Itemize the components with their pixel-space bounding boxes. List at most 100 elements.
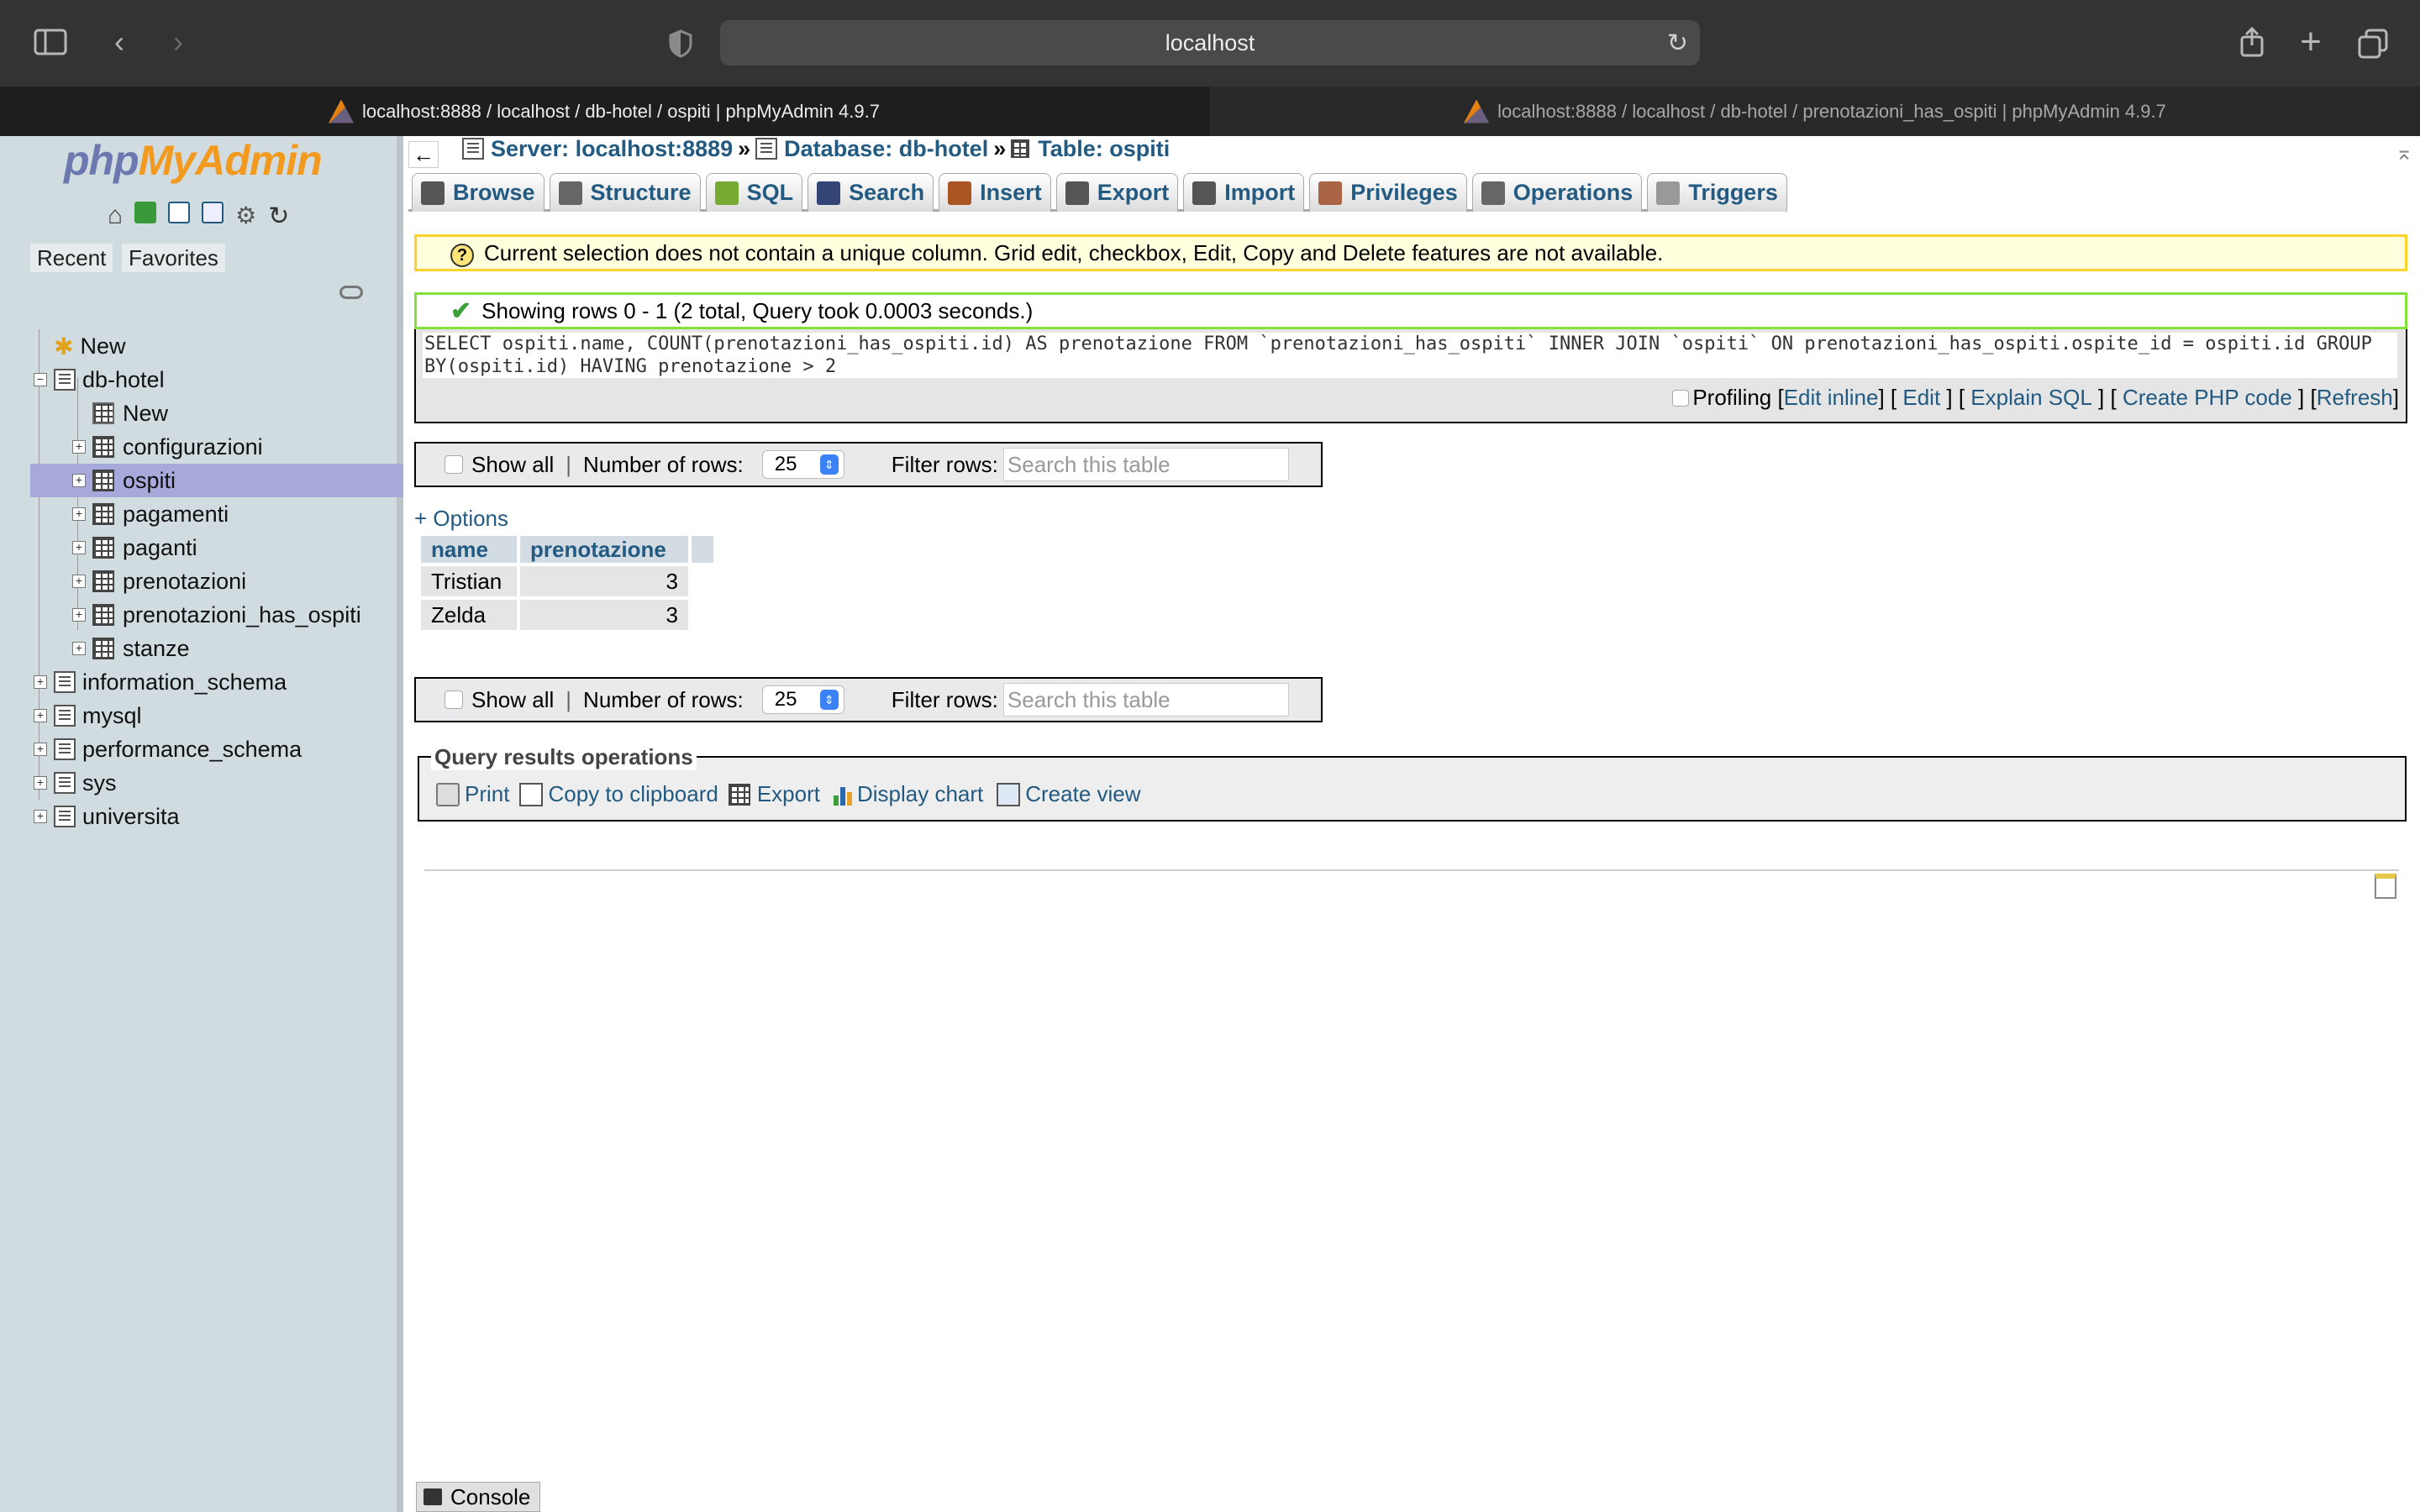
notice-message: ? Current selection does not contain a u… (414, 234, 2407, 271)
create-view-link[interactable]: Create view (1025, 781, 1140, 807)
num-rows-value: 25 (774, 688, 797, 711)
expand-icon[interactable]: + (34, 743, 47, 756)
show-all-checkbox[interactable] (445, 690, 463, 709)
sql-query-text[interactable]: SELECT ospiti.name, COUNT(prenotazioni_h… (423, 333, 2397, 378)
copy-to-clipboard-link[interactable]: Copy to clipboard (548, 781, 718, 807)
tree-item-pagamenti[interactable]: + pagamenti (30, 497, 403, 531)
tree-item-prenotazioni[interactable]: + prenotazioni (30, 564, 403, 598)
privacy-shield-icon[interactable] (664, 27, 697, 60)
forward-icon[interactable]: › (161, 24, 195, 60)
column-header-name[interactable]: name (421, 536, 517, 563)
edit-link[interactable]: Edit (1902, 385, 1940, 411)
link-with-main-icon[interactable] (339, 286, 363, 299)
settings-icon[interactable]: ⚙ (235, 202, 256, 231)
reload-navigation-icon[interactable]: ↻ (268, 202, 289, 231)
print-link[interactable]: Print (465, 781, 509, 807)
bookmark-icon[interactable] (2375, 874, 2396, 899)
tab-sql[interactable]: SQL (705, 173, 803, 212)
table-icon (92, 570, 114, 592)
filter-placeholder: Search this table (1007, 686, 1171, 712)
collapse-icon[interactable]: − (34, 373, 47, 386)
tab-privileges[interactable]: Privileges (1309, 173, 1467, 212)
tab-triggers[interactable]: Triggers (1647, 173, 1787, 212)
home-icon[interactable]: ⌂ (108, 202, 123, 231)
favorites-tab[interactable]: Favorites (122, 244, 225, 272)
qro-legend: Query results operations (431, 744, 697, 770)
tree-item-new[interactable]: New (30, 396, 403, 430)
browser-tab-inactive[interactable]: localhost:8888 / localhost / db-hotel / … (1210, 87, 2420, 136)
refresh-link[interactable]: Refresh (2317, 385, 2393, 411)
profiling-checkbox[interactable] (1672, 389, 1690, 407)
browser-tab-active[interactable]: localhost:8888 / localhost / db-hotel / … (0, 87, 1208, 136)
phpmyadmin-logo[interactable]: phpMyAdmin (64, 136, 323, 185)
num-rows-select[interactable]: 25 ⇕ (761, 450, 844, 479)
tree-item-new[interactable]: ✱ New (30, 329, 403, 363)
filter-rows-input[interactable]: Search this table (1002, 683, 1289, 717)
tab-import[interactable]: Import (1183, 173, 1305, 212)
sidebar-toggle-icon[interactable] (32, 25, 69, 59)
tree-item-mysql[interactable]: + mysql (30, 699, 403, 732)
breadcrumb-table[interactable]: Table: ospiti (1038, 136, 1170, 162)
show-all-checkbox[interactable] (445, 455, 463, 474)
expand-icon[interactable]: + (72, 474, 86, 487)
tree-item-prenotazioni-has-ospiti[interactable]: + prenotazioni_has_ospiti (30, 598, 403, 632)
scroll-top-icon[interactable]: ⌅ (2395, 139, 2413, 165)
tab-search[interactable]: Search (808, 173, 934, 212)
tab-operations[interactable]: Operations (1471, 173, 1643, 212)
tab-label: Browse (453, 180, 535, 205)
expand-icon[interactable]: + (72, 608, 86, 622)
back-icon[interactable]: ‹ (103, 24, 136, 60)
bracket: ] (2392, 385, 2399, 410)
filter-rows-input[interactable]: Search this table (1002, 448, 1289, 481)
tab-export[interactable]: Export (1055, 173, 1179, 212)
console-icon (424, 1488, 442, 1505)
query-window-icon[interactable] (168, 202, 191, 223)
logout-icon[interactable] (134, 202, 157, 223)
tree-item-information-schema[interactable]: + information_schema (30, 665, 403, 699)
reload-icon[interactable]: ↻ (1667, 29, 1688, 58)
expand-icon[interactable]: + (72, 507, 86, 521)
recent-tab[interactable]: Recent (30, 244, 113, 272)
tree-item-ospiti[interactable]: + ospiti (30, 464, 403, 497)
breadcrumb-server[interactable]: Server: localhost:8889 (491, 136, 733, 162)
expand-icon[interactable]: + (72, 440, 86, 454)
export-link[interactable]: Export (757, 781, 820, 807)
tree-item-sys[interactable]: + sys (30, 766, 403, 800)
tab-structure[interactable]: Structure (549, 173, 701, 212)
tab-insert[interactable]: Insert (939, 173, 1051, 212)
tab-browse[interactable]: Browse (412, 173, 544, 212)
share-icon[interactable] (2233, 24, 2270, 60)
new-tab-icon[interactable]: + (2292, 21, 2329, 62)
expand-icon[interactable]: + (72, 575, 86, 588)
collapse-nav-icon[interactable]: ← (408, 141, 439, 168)
create-php-code-link[interactable]: Create PHP code (2123, 385, 2292, 411)
docs-icon[interactable] (202, 202, 224, 223)
tree-item-configurazioni[interactable]: + configurazioni (30, 430, 403, 464)
tree-item-universita[interactable]: + universita (30, 800, 403, 833)
operations-icon (1481, 181, 1505, 205)
display-chart-link[interactable]: Display chart (857, 781, 983, 807)
edit-inline-link[interactable]: Edit inline (1784, 385, 1879, 411)
query-results-operations: Query results operations Print Copy to c… (418, 744, 2407, 822)
tree-item-stanze[interactable]: + stanze (30, 632, 403, 665)
table-icon (92, 470, 114, 491)
console-toggle[interactable]: Console (416, 1482, 540, 1512)
breadcrumb-database[interactable]: Database: db-hotel (784, 136, 988, 162)
expand-icon[interactable]: + (34, 810, 47, 823)
tree-item-paganti[interactable]: + paganti (30, 531, 403, 564)
tab-overview-icon[interactable] (2354, 25, 2391, 62)
logo-my: My (138, 137, 196, 184)
expand-icon[interactable]: + (72, 541, 86, 554)
tree-item-performance-schema[interactable]: + performance_schema (30, 732, 403, 766)
num-rows-select[interactable]: 25 ⇕ (761, 685, 844, 714)
tree-item-db-hotel[interactable]: − db-hotel (30, 363, 403, 396)
explain-sql-link[interactable]: Explain SQL (1970, 385, 2092, 411)
column-header-prenotazione[interactable]: prenotazione (520, 536, 688, 563)
expand-icon[interactable]: + (72, 642, 86, 655)
expand-icon[interactable]: + (34, 675, 47, 689)
expand-icon[interactable]: + (34, 776, 47, 790)
expand-icon[interactable]: + (34, 709, 47, 722)
sql-line: BY(ospiti.id) HAVING prenotazione > 2 (424, 356, 837, 377)
options-toggle[interactable]: + Options (414, 506, 508, 532)
url-bar[interactable]: localhost ↻ (720, 20, 1700, 66)
